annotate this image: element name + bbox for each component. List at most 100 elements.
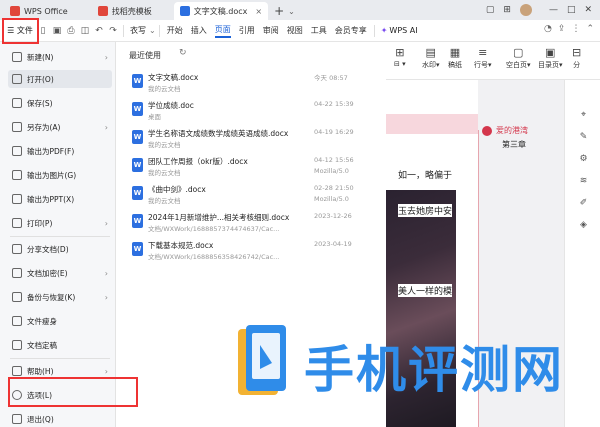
toolbar-group-watermark[interactable]: ▤ 水印▾ xyxy=(422,46,440,70)
menu-tools[interactable]: 工具 xyxy=(311,25,327,36)
recent-file-item[interactable]: W 《曲中剑》.docx 我的云文档 02-28 21:50 Mozilla/5… xyxy=(132,184,382,210)
menu-item-export-pdf[interactable]: 输出为PDF(F) xyxy=(8,142,112,160)
menu-item-export-image[interactable]: 输出为图片(G) xyxy=(8,166,112,184)
tab-label: WPS Office xyxy=(24,6,68,16)
redo-icon[interactable]: ↷ xyxy=(107,26,119,36)
pen-icon[interactable]: ✎ xyxy=(578,132,589,143)
more-icon[interactable]: ⋮ xyxy=(571,24,580,34)
chevron-right-icon: › xyxy=(104,52,108,62)
toolbar-group-blank-page[interactable]: ▢ 空白页▾ xyxy=(506,46,531,70)
chevron-right-icon: › xyxy=(104,268,108,278)
comment-card[interactable]: 爱的港湾 第三章 xyxy=(480,124,562,152)
chevron-down-icon[interactable]: ⌄ xyxy=(288,7,295,16)
tab-docer[interactable]: 找稻壳模板 xyxy=(92,2,158,20)
comment-user-icon xyxy=(482,126,492,136)
menu-item-exit[interactable]: 退出(Q) xyxy=(8,410,112,427)
menu-reference[interactable]: 引用 xyxy=(239,25,255,36)
toolbar-group-split[interactable]: ⊟ 分 xyxy=(572,46,581,70)
chevron-right-icon: › xyxy=(104,366,108,376)
close-icon[interactable]: ✕ xyxy=(584,5,592,15)
save-icon[interactable]: ▣ xyxy=(51,26,63,36)
file-name: 《曲中剑》.docx xyxy=(148,185,206,194)
menu-home[interactable]: 开始 xyxy=(167,25,183,36)
menu-item-save[interactable]: 保存(S) xyxy=(8,94,112,112)
window-controls: ▢ ⊞ — □ ✕ xyxy=(486,0,600,20)
word-doc-icon: W xyxy=(132,74,143,88)
layers-icon[interactable]: ◈ xyxy=(578,220,589,231)
folder-icon xyxy=(12,74,22,84)
doc-text: 玉去她房中安 xyxy=(398,204,453,217)
watermark-text: 手机评测网 xyxy=(304,341,564,399)
menu-item-save-as[interactable]: 另存为(A) › xyxy=(8,118,112,136)
chevron-right-icon: › xyxy=(104,218,108,228)
recent-file-item[interactable]: W 2024年1月新增维护...相关考核细则.docx 文档/WXWork/16… xyxy=(132,212,382,238)
ribbon-right-icons: ◔ ⇪ ⋮ ⌃ xyxy=(544,24,594,34)
file-path: 桌面 xyxy=(148,113,161,121)
doc-text: 美人一样的模 xyxy=(398,284,453,297)
toolbar-group-layout[interactable]: ⊞ ⊟ ▾ xyxy=(394,46,406,68)
toolbar-group-manuscript[interactable]: ▦ 稿纸 xyxy=(448,46,462,70)
menu-page[interactable]: 页面 xyxy=(214,24,231,38)
new-tab-button[interactable]: + xyxy=(274,4,284,18)
filter-icon[interactable]: ≋ xyxy=(578,176,589,187)
recent-file-item[interactable]: W 文字文稿.docx 我的云文档 今天 08:57 xyxy=(132,72,382,98)
edit-icon[interactable]: ✐ xyxy=(578,198,589,209)
minimize-icon[interactable]: — xyxy=(549,5,558,15)
file-time: 02-28 21:50 xyxy=(314,184,354,192)
file-path: 我的云文档 xyxy=(148,197,181,205)
cursor-icon[interactable]: ⌖ xyxy=(578,110,589,121)
menu-item-slim[interactable]: 文件瘦身 xyxy=(8,312,112,330)
file-path: 文档/WXWork/1688857374474637/Cac... xyxy=(148,225,280,233)
page-toolbar: ⊞ ⊟ ▾ ▤ 水印▾ ▦ 稿纸 ≡ 行号▾ ▢ 空白页▾ ▣ 目录页▾ ⊟ 分 xyxy=(386,42,600,80)
file-path: 我的云文档 xyxy=(148,85,181,93)
preview-icon[interactable]: ◫ xyxy=(79,26,91,36)
save-icon xyxy=(12,98,22,108)
print-icon[interactable]: ⎙ xyxy=(65,26,77,36)
menu-insert[interactable]: 插入 xyxy=(191,25,207,36)
menu-item-print[interactable]: 打印(P) › xyxy=(8,214,112,232)
recent-file-item[interactable]: W 下载基本规范.docx 文档/WXWork/1688856358426742… xyxy=(132,240,382,266)
finalize-icon xyxy=(12,340,22,350)
avatar[interactable] xyxy=(519,4,532,16)
exit-icon xyxy=(12,414,22,424)
chevron-right-icon: › xyxy=(104,292,108,302)
undo-icon[interactable]: ↶ xyxy=(93,26,105,36)
menu-item-share[interactable]: 分享文档(D) xyxy=(8,240,112,258)
word-doc-icon: W xyxy=(132,214,143,228)
word-doc-icon: W xyxy=(132,130,143,144)
recent-file-item[interactable]: W 团队工作周报（okr版）.docx 我的云文档 04-12 15:56 Mo… xyxy=(132,156,382,182)
font-select[interactable]: 衣写 xyxy=(130,25,146,36)
menu-review[interactable]: 审阅 xyxy=(263,25,279,36)
close-tab-icon[interactable]: × xyxy=(255,7,262,16)
comment-author: 爱的港湾 xyxy=(496,126,528,135)
menu-member[interactable]: 会员专享 xyxy=(335,25,367,36)
word-doc-icon: W xyxy=(132,102,143,116)
tab-document[interactable]: 文字文稿.docx × xyxy=(173,2,269,20)
adjust-icon[interactable]: ⚙ xyxy=(578,154,589,165)
toolbar-group-line-number[interactable]: ≡ 行号▾ xyxy=(474,46,492,70)
menu-item-finalize[interactable]: 文档定稿 xyxy=(8,336,112,354)
file-time: 2023-12-26 xyxy=(314,212,352,220)
menu-item-open[interactable]: 打开(O) xyxy=(8,70,112,88)
tab-label: 文字文稿.docx xyxy=(193,6,248,16)
recent-file-item[interactable]: W 学位成绩.doc 桌面 04-22 15:39 xyxy=(132,100,382,126)
recent-file-item[interactable]: W 学生名称语文成绩数学成绩英语成绩.docx 我的云文档 04-19 16:2… xyxy=(132,128,382,154)
restore-icon[interactable]: ▢ xyxy=(486,5,495,15)
share-icon[interactable]: ⇪ xyxy=(558,24,566,34)
comment-icon[interactable]: ◔ xyxy=(544,24,552,34)
ribbon-bar: ☰ 文件 ▯ ▣ ⎙ ◫ ↶ ↷ 衣写 ⌄ 开始 插入 页面 引用 审阅 视图 … xyxy=(0,20,600,42)
menu-item-encrypt[interactable]: 文档加密(E) › xyxy=(8,264,112,282)
pdf-icon xyxy=(12,146,22,156)
chevron-down-icon[interactable]: ⌄ xyxy=(149,26,156,35)
menu-view[interactable]: 视图 xyxy=(287,25,303,36)
tile-icon[interactable]: ⊞ xyxy=(503,5,511,15)
menu-item-new[interactable]: 新建(N) › xyxy=(8,48,112,66)
refresh-icon[interactable]: ↻ xyxy=(179,48,187,58)
maximize-icon[interactable]: □ xyxy=(567,5,576,15)
menu-item-backup[interactable]: 备份与恢复(K) › xyxy=(8,288,112,306)
collapse-icon[interactable]: ⌃ xyxy=(586,24,594,34)
file-time: 04-19 16:29 xyxy=(314,128,354,136)
toolbar-group-toc-page[interactable]: ▣ 目录页▾ xyxy=(538,46,563,70)
wps-ai-button[interactable]: WPS AI xyxy=(389,26,417,35)
menu-item-export-ppt[interactable]: 输出为PPT(X) xyxy=(8,190,112,208)
